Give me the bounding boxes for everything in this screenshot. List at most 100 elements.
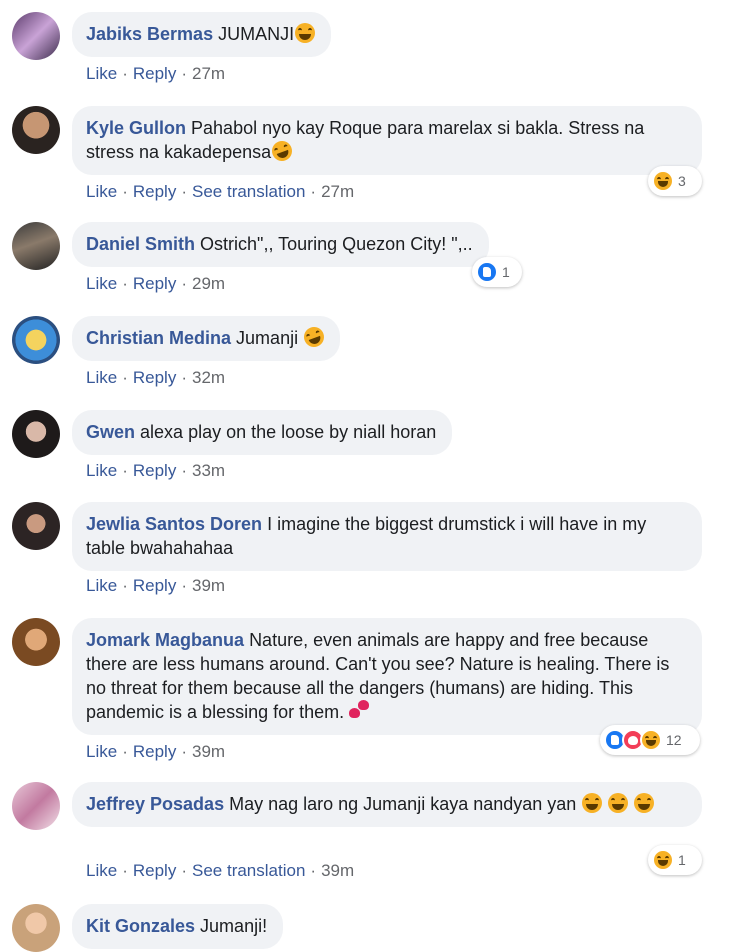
separator: · [181, 274, 187, 293]
reaction-count: 1 [502, 264, 510, 280]
avatar[interactable] [12, 618, 60, 666]
haha-emoji-icon [634, 793, 655, 813]
comment-text: Jumanji [236, 328, 299, 348]
comment-bubble: Jabiks Bermas JUMANJI [72, 12, 332, 57]
comment-author[interactable]: Jabiks Bermas [86, 24, 213, 44]
comment-bubble: Kit Gonzales Jumanji! [72, 904, 284, 949]
comment-actions: Like · Reply · 29m [86, 274, 225, 294]
separator: · [122, 861, 128, 880]
reaction-count: 12 [666, 732, 682, 748]
separator: · [181, 576, 187, 595]
like-link[interactable]: Like [86, 64, 117, 83]
timestamp[interactable]: 39m [192, 742, 225, 761]
reaction-count: 3 [678, 173, 686, 189]
separator: · [181, 461, 187, 480]
timestamp[interactable]: 39m [192, 576, 225, 595]
comment-bubble: Jomark Magbanua Nature, even animals are… [72, 618, 702, 735]
comment-bubble: Gwen alexa play on the loose by niall ho… [72, 410, 453, 455]
haha-reaction-icon [652, 170, 674, 192]
haha-emoji-icon [582, 793, 603, 813]
haha-emoji-icon [295, 23, 316, 43]
comment-actions: Like · Reply · 32m [86, 368, 225, 388]
reaction-summary[interactable]: 3 [648, 166, 702, 196]
comment-text: alexa play on the loose by niall horan [140, 422, 437, 442]
timestamp[interactable]: 29m [192, 274, 225, 293]
separator: · [122, 368, 128, 387]
comment-author[interactable]: Christian Medina [86, 328, 231, 348]
comment-text: May nag laro ng Jumanji kaya nandyan yan [229, 794, 577, 814]
timestamp[interactable]: 33m [192, 461, 225, 480]
separator: · [181, 368, 187, 387]
comment-author[interactable]: Jomark Magbanua [86, 630, 244, 650]
like-link[interactable]: Like [86, 274, 117, 293]
comment-author[interactable]: Gwen [86, 422, 135, 442]
comment-author[interactable]: Jeffrey Posadas [86, 794, 224, 814]
comment-text: JUMANJI [218, 24, 295, 44]
reply-link[interactable]: Reply [133, 576, 176, 595]
like-link[interactable]: Like [86, 742, 117, 761]
separator: · [122, 274, 128, 293]
separator: · [122, 742, 128, 761]
two-hearts-emoji-icon [349, 700, 371, 720]
separator: · [181, 742, 187, 761]
comment-actions: Like · Reply · See translation · 39m [86, 861, 354, 881]
like-link[interactable]: Like [86, 461, 117, 480]
separator: · [122, 182, 128, 201]
avatar[interactable] [12, 904, 60, 952]
separator: · [310, 861, 317, 880]
like-link[interactable]: Like [86, 368, 117, 387]
reaction-summary[interactable]: 1 [648, 845, 702, 875]
avatar[interactable] [12, 410, 60, 458]
rofl-emoji-icon [301, 324, 327, 350]
comment-bubble: Jewlia Santos Doren I imagine the bigges… [72, 502, 702, 571]
reply-link[interactable]: Reply [133, 182, 176, 201]
comment-bubble: Daniel Smith Ostrich",, Touring Quezon C… [72, 222, 489, 267]
comment-actions: Like · Reply · 33m [86, 461, 225, 481]
avatar[interactable] [12, 12, 60, 60]
haha-reaction-icon [652, 849, 674, 871]
avatar[interactable] [12, 316, 60, 364]
reply-link[interactable]: Reply [133, 742, 176, 761]
reply-link[interactable]: Reply [133, 461, 176, 480]
separator: · [181, 861, 187, 880]
reply-link[interactable]: Reply [133, 64, 176, 83]
like-link[interactable]: Like [86, 576, 117, 595]
comment-actions: Like · Reply · 39m [86, 742, 225, 762]
comment-author[interactable]: Kit Gonzales [86, 916, 195, 936]
see-translation-link[interactable]: See translation [192, 861, 305, 880]
timestamp[interactable]: 27m [321, 182, 354, 201]
reply-link[interactable]: Reply [133, 274, 176, 293]
reaction-summary[interactable]: 12 [600, 725, 700, 755]
separator: · [122, 64, 128, 83]
comment-bubble: Kyle Gullon Pahabol nyo kay Roque para m… [72, 106, 702, 175]
reply-link[interactable]: Reply [133, 861, 176, 880]
separator: · [122, 576, 128, 595]
comment-text: Jumanji! [200, 916, 268, 936]
separator: · [181, 182, 187, 201]
timestamp[interactable]: 39m [321, 861, 354, 880]
like-link[interactable]: Like [86, 861, 117, 880]
comment-bubble: Christian Medina Jumanji [72, 316, 341, 361]
avatar[interactable] [12, 222, 60, 270]
avatar[interactable] [12, 782, 60, 830]
comment-author[interactable]: Kyle Gullon [86, 118, 186, 138]
comment-author[interactable]: Jewlia Santos Doren [86, 514, 262, 534]
separator: · [122, 461, 128, 480]
haha-reaction-icon [640, 729, 662, 751]
like-reaction-icon [476, 261, 498, 283]
see-translation-link[interactable]: See translation [192, 182, 305, 201]
reaction-summary[interactable]: 1 [472, 257, 522, 287]
avatar[interactable] [12, 502, 60, 550]
comment-bubble: Jeffrey Posadas May nag laro ng Jumanji … [72, 782, 702, 827]
reply-link[interactable]: Reply [133, 368, 176, 387]
avatar[interactable] [12, 106, 60, 154]
separator: · [310, 182, 317, 201]
separator: · [181, 64, 187, 83]
timestamp[interactable]: 32m [192, 368, 225, 387]
comment-actions: Like · Reply · 39m [86, 576, 225, 596]
timestamp[interactable]: 27m [192, 64, 225, 83]
like-link[interactable]: Like [86, 182, 117, 201]
comment-author[interactable]: Daniel Smith [86, 234, 195, 254]
comment-text: Ostrich",, Touring Quezon City! ",.. [200, 234, 473, 254]
rofl-emoji-icon [269, 138, 295, 164]
